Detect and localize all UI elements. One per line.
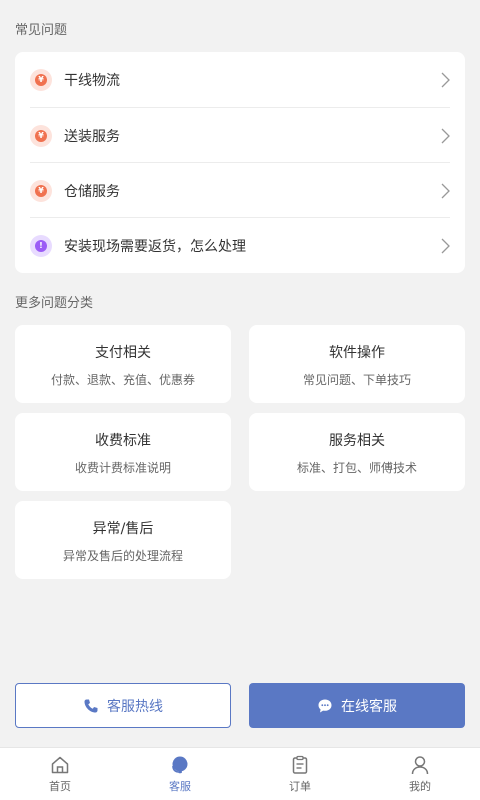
faq-item-label: 干线物流 [64,72,120,89]
faq-item-return-onsite[interactable]: ! 安装现场需要返货，怎么处理 [30,218,450,273]
headset-icon [172,756,188,774]
faq-section-title: 常见问题 [15,23,68,38]
tab-profile[interactable]: 我的 [360,748,480,800]
category-subtitle: 付款、退款、充值、优惠券 [50,373,195,387]
yuan-coin-icon: ¥ [30,68,52,91]
categories-section-title: 更多问题分类 [15,296,94,311]
category-payment[interactable]: 支付相关 付款、退款、充值、优惠券 [15,325,231,403]
hotline-button[interactable]: 客服热线 [15,683,231,728]
tab-label: 首页 [49,780,71,793]
online-service-button[interactable]: 在线客服 [249,683,465,728]
category-software[interactable]: 软件操作 常见问题、下单技巧 [249,325,465,403]
category-subtitle: 异常及售后的处理流程 [62,549,183,563]
faq-item-delivery-install[interactable]: ¥ 送装服务 [30,108,450,163]
tab-label: 订单 [289,780,311,793]
bottom-tab-bar: 首页 客服 订单 我的 [0,747,480,800]
category-title: 服务相关 [329,433,385,449]
clipboard-icon [292,755,308,774]
chevron-right-icon [441,238,450,253]
faq-card: ¥ 干线物流 ¥ 送装服务 ¥ 仓储服务 ! 安装现场需要返货，怎么处理 [15,52,465,273]
tab-orders[interactable]: 订单 [240,748,360,800]
yuan-coin-icon: ¥ [30,179,52,202]
faq-item-label: 仓储服务 [64,183,120,200]
hotline-label: 客服热线 [107,698,163,715]
category-title: 异常/售后 [92,521,154,537]
faq-item-label: 安装现场需要返货，怎么处理 [64,238,246,255]
category-service[interactable]: 服务相关 标准、打包、师傅技术 [249,413,465,491]
tab-label: 我的 [409,780,431,793]
tab-label: 客服 [169,780,191,793]
category-fees[interactable]: 收费标准 收费计费标准说明 [15,413,231,491]
chevron-right-icon [441,128,450,143]
faq-item-warehousing[interactable]: ¥ 仓储服务 [30,163,450,218]
category-after-sales[interactable]: 异常/售后 异常及售后的处理流程 [15,501,231,579]
yuan-coin-icon: ¥ [30,124,52,147]
category-subtitle: 常见问题、下单技巧 [302,373,411,387]
faq-item-trunk-logistics[interactable]: ¥ 干线物流 [30,52,450,107]
tab-customer-service[interactable]: 客服 [120,748,240,800]
chat-bubble-icon [318,699,332,712]
online-service-label: 在线客服 [341,698,397,715]
chevron-right-icon [441,183,450,198]
category-subtitle: 标准、打包、师傅技术 [296,461,417,475]
person-icon [411,756,429,775]
category-subtitle: 收费计费标准说明 [74,461,171,475]
alert-icon: ! [30,234,52,257]
faq-item-label: 送装服务 [64,128,120,145]
category-title: 收费标准 [95,433,151,449]
chevron-right-icon [441,72,450,87]
category-title: 支付相关 [95,345,151,361]
category-title: 软件操作 [329,345,385,361]
phone-icon [84,699,98,712]
tab-home[interactable]: 首页 [0,748,120,800]
home-icon [51,756,69,774]
